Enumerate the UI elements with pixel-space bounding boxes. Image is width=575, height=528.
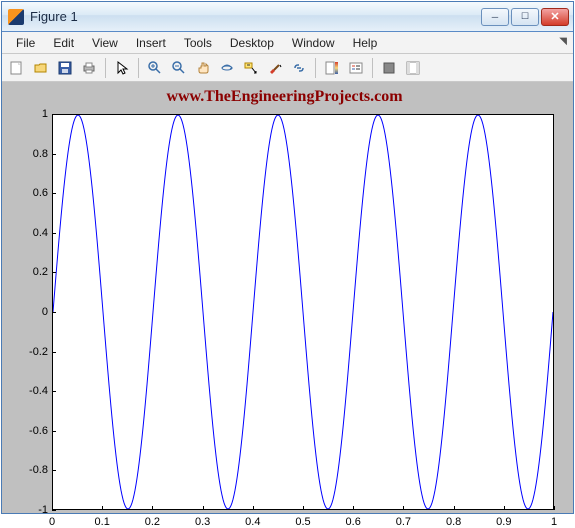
y-tick-label: 0.4	[12, 227, 48, 239]
menu-window[interactable]: Window	[284, 34, 343, 52]
toolbar-separator	[315, 58, 316, 78]
x-tick-label: 0.6	[346, 516, 361, 528]
x-tick-label: 0.2	[145, 516, 160, 528]
y-tick-label: 0.6	[12, 187, 48, 199]
toolbar-separator	[105, 58, 106, 78]
x-tick-mark	[504, 506, 505, 510]
x-tick-mark	[454, 506, 455, 510]
y-tick-label: 1	[12, 108, 48, 120]
menu-help[interactable]: Help	[345, 34, 386, 52]
zoom-in-icon[interactable]	[144, 57, 166, 79]
axes[interactable]	[52, 114, 554, 510]
dock-handle-icon[interactable]: ◥	[559, 36, 567, 47]
link-icon[interactable]	[288, 57, 310, 79]
window-title: Figure 1	[30, 9, 481, 24]
y-tick-mark	[52, 233, 56, 234]
toolbar-separator	[372, 58, 373, 78]
matlab-icon	[8, 9, 24, 25]
close-button[interactable]: ✕	[541, 8, 569, 26]
print-icon[interactable]	[78, 57, 100, 79]
y-tick-mark	[52, 431, 56, 432]
menu-edit[interactable]: Edit	[45, 34, 82, 52]
menu-desktop[interactable]: Desktop	[222, 34, 282, 52]
y-tick-mark	[52, 352, 56, 353]
x-tick-mark	[203, 506, 204, 510]
y-tick-label: -1	[12, 504, 48, 516]
figure-area: www.TheEngineeringProjects.com -1-0.8-0.…	[2, 82, 573, 513]
colorbar-icon[interactable]	[321, 57, 343, 79]
minimize-button[interactable]: ─	[481, 8, 509, 26]
toolbar-separator	[138, 58, 139, 78]
y-tick-label: 0	[12, 306, 48, 318]
brush-icon[interactable]	[264, 57, 286, 79]
x-tick-mark	[52, 506, 53, 510]
x-tick-label: 0.3	[195, 516, 210, 528]
x-tick-label: 0.4	[245, 516, 260, 528]
y-tick-label: 0.8	[12, 148, 48, 160]
y-tick-label: -0.8	[12, 464, 48, 476]
zoom-out-icon[interactable]	[168, 57, 190, 79]
figure-window: Figure 1 ─ ☐ ✕ File Edit View Insert Too…	[1, 1, 574, 514]
legend-icon[interactable]	[345, 57, 367, 79]
titlebar: Figure 1 ─ ☐ ✕	[2, 2, 573, 32]
menu-view[interactable]: View	[84, 34, 126, 52]
x-tick-label: 0.1	[95, 516, 110, 528]
y-tick-mark	[52, 114, 56, 115]
hide-plot-tools-icon[interactable]	[378, 57, 400, 79]
open-icon[interactable]	[30, 57, 52, 79]
y-tick-label: -0.6	[12, 425, 48, 437]
menu-file[interactable]: File	[8, 34, 43, 52]
window-controls: ─ ☐ ✕	[481, 8, 569, 26]
toolbar	[2, 54, 573, 82]
x-tick-label: 0.7	[396, 516, 411, 528]
x-tick-mark	[253, 506, 254, 510]
menubar: File Edit View Insert Tools Desktop Wind…	[2, 32, 573, 54]
y-tick-mark	[52, 391, 56, 392]
x-tick-label: 0	[49, 516, 55, 528]
y-tick-mark	[52, 470, 56, 471]
axes-container: -1-0.8-0.6-0.4-0.200.20.40.60.8100.10.20…	[52, 114, 554, 510]
pointer-icon[interactable]	[111, 57, 133, 79]
save-icon[interactable]	[54, 57, 76, 79]
y-tick-mark	[52, 193, 56, 194]
maximize-button[interactable]: ☐	[511, 8, 539, 26]
pan-icon[interactable]	[192, 57, 214, 79]
x-tick-mark	[353, 506, 354, 510]
line-plot	[53, 115, 553, 509]
new-figure-icon[interactable]	[6, 57, 28, 79]
x-tick-mark	[554, 506, 555, 510]
y-tick-mark	[52, 154, 56, 155]
data-cursor-icon[interactable]	[240, 57, 262, 79]
x-tick-label: 1	[551, 516, 557, 528]
x-tick-label: 0.9	[496, 516, 511, 528]
x-tick-mark	[403, 506, 404, 510]
show-plot-tools-icon[interactable]	[402, 57, 424, 79]
y-tick-mark	[52, 510, 56, 511]
rotate-3d-icon[interactable]	[216, 57, 238, 79]
y-tick-label: 0.2	[12, 266, 48, 278]
y-tick-mark	[52, 312, 56, 313]
y-tick-label: -0.2	[12, 346, 48, 358]
x-tick-mark	[102, 506, 103, 510]
menu-insert[interactable]: Insert	[128, 34, 174, 52]
x-tick-label: 0.8	[446, 516, 461, 528]
y-tick-mark	[52, 272, 56, 273]
y-tick-label: -0.4	[12, 385, 48, 397]
x-tick-mark	[152, 506, 153, 510]
menu-tools[interactable]: Tools	[176, 34, 220, 52]
x-tick-label: 0.5	[295, 516, 310, 528]
x-tick-mark	[303, 506, 304, 510]
chart-title: www.TheEngineeringProjects.com	[6, 88, 563, 106]
